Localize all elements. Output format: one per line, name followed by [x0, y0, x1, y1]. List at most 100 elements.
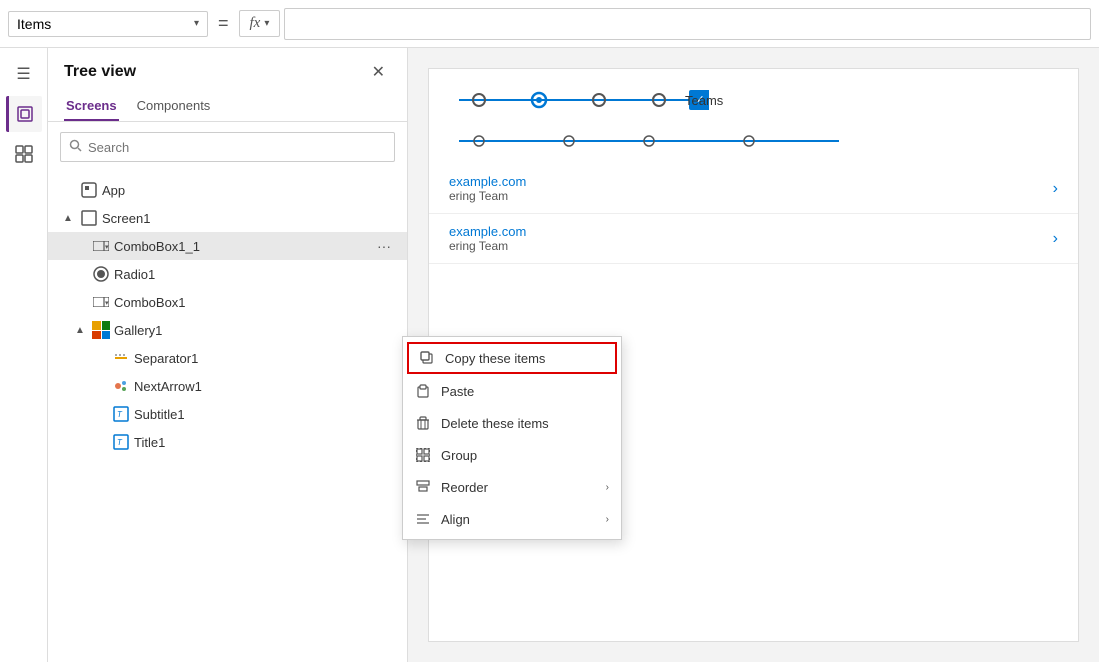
align-submenu-arrow: › [606, 514, 609, 525]
tree-item-label-app: App [102, 183, 395, 198]
tab-components[interactable]: Components [135, 92, 213, 121]
list-item-subtitle-2: ering Team [449, 239, 1041, 253]
radio-row: ✓ Teams [449, 85, 723, 115]
components-icon-btn[interactable] [6, 136, 42, 172]
hamburger-icon-btn[interactable]: ☰ [6, 56, 42, 92]
equals-sign: = [212, 13, 235, 34]
fx-button[interactable]: fx ▾ [239, 10, 281, 37]
tree-item-gallery1[interactable]: ▲ Gallery1 [48, 316, 407, 344]
fx-label: fx [250, 15, 261, 32]
text-icon-title: T [112, 433, 130, 451]
context-menu-paste[interactable]: Paste [403, 375, 621, 407]
list-item-text-2: example.com ering Team [449, 224, 1041, 253]
layers-icon-btn[interactable] [6, 96, 42, 132]
top-bar: Items ▾ = fx ▾ [0, 0, 1099, 48]
collapse-icon-title1 [92, 434, 108, 450]
context-menu-copy[interactable]: Copy these items [407, 342, 617, 374]
items-dropdown[interactable]: Items ▾ [8, 11, 208, 37]
context-menu-align[interactable]: Align › [403, 503, 621, 535]
tree-item-title1[interactable]: T Title1 [48, 428, 407, 456]
chevron-right-icon-1: › [1053, 180, 1058, 198]
tree-panel: Tree view ✕ Screens Components [48, 48, 408, 662]
radio-icon [92, 265, 110, 283]
tree-item-label-title1: Title1 [134, 435, 395, 450]
tree-item-subtitle1[interactable]: T Subtitle1 [48, 400, 407, 428]
items-label: Items [17, 16, 51, 32]
align-icon [415, 511, 431, 527]
svg-text:▾: ▾ [105, 244, 109, 251]
collapse-icon-combobox1 [72, 294, 88, 310]
formula-bar-input[interactable] [284, 8, 1091, 40]
tree-item-label-screen1: Screen1 [102, 211, 395, 226]
context-menu-reorder[interactable]: Reorder › [403, 471, 621, 503]
slider-row [429, 131, 1078, 164]
svg-text:T: T [117, 438, 123, 447]
collapse-icon-radio1 [72, 266, 88, 282]
list-item-title-1: example.com [449, 174, 1041, 189]
group-label: Group [441, 448, 477, 463]
collapse-icon-screen1: ▲ [60, 210, 76, 226]
tree-item-label-subtitle1: Subtitle1 [134, 407, 395, 422]
collapse-icon-sep1 [92, 350, 108, 366]
hamburger-icon: ☰ [16, 64, 30, 84]
copy-label: Copy these items [445, 351, 545, 366]
tree-item-label-nextarrow1: NextArrow1 [134, 379, 395, 394]
align-label: Align [441, 512, 470, 527]
list-item-2[interactable]: example.com ering Team › [429, 214, 1078, 264]
combobox-icon: ▾ [92, 237, 110, 255]
fx-arrow-icon: ▾ [264, 18, 269, 29]
collapse-icon-subtitle1 [92, 406, 108, 422]
tree-item-combobox1-1[interactable]: ▾ ComboBox1_1 ··· [48, 232, 407, 260]
context-menu-group[interactable]: Group [403, 439, 621, 471]
search-input[interactable] [88, 140, 386, 155]
components-icon [15, 145, 33, 163]
separator-icon [112, 349, 130, 367]
app-icon [80, 181, 98, 199]
list-item-1[interactable]: example.com ering Team › [429, 164, 1078, 214]
tree-item-combobox1[interactable]: ▾ ComboBox1 [48, 288, 407, 316]
collapse-icon-app [60, 182, 76, 198]
list-item-subtitle-1: ering Team [449, 189, 1041, 203]
context-menu-delete[interactable]: Delete these items [403, 407, 621, 439]
more-options-icon[interactable]: ··· [373, 238, 395, 254]
tree-item-label-combobox1: ComboBox1 [114, 295, 395, 310]
list-item-title-2: example.com [449, 224, 1041, 239]
tree-item-separator1[interactable]: Separator1 [48, 344, 407, 372]
tree-item-label-separator1: Separator1 [134, 351, 395, 366]
close-button[interactable]: ✕ [366, 60, 391, 84]
svg-text:▾: ▾ [105, 300, 109, 307]
reorder-icon [415, 479, 431, 495]
tree-item-radio1[interactable]: Radio1 [48, 260, 407, 288]
tree-item-nextarrow1[interactable]: NextArrow1 [48, 372, 407, 400]
tree-content: App ▲ Screen1 ▾ ComboBox1_1 ··· [48, 172, 407, 662]
tree-header: Tree view ✕ [48, 48, 407, 92]
copy-icon [419, 350, 435, 366]
search-box [60, 132, 395, 162]
layers-icon [16, 105, 34, 123]
tab-screens[interactable]: Screens [64, 92, 119, 121]
collapse-icon-nextarrow1 [92, 378, 108, 394]
screen-icon [80, 209, 98, 227]
text-icon-subtitle: T [112, 405, 130, 423]
tree-item-label-gallery1: Gallery1 [114, 323, 395, 338]
reorder-submenu-arrow: › [606, 482, 609, 493]
icon-sidebar: ☰ [0, 48, 48, 662]
delete-label: Delete these items [441, 416, 549, 431]
teams-label: Teams [685, 93, 723, 108]
paste-icon [415, 383, 431, 399]
combobox2-icon: ▾ [92, 293, 110, 311]
delete-icon [415, 415, 431, 431]
collapse-icon-combobox1-1 [72, 238, 88, 254]
main-layout: ☰ Tree view ✕ Screens [0, 48, 1099, 662]
dropdown-arrow-icon: ▾ [194, 18, 199, 29]
gallery-icon [92, 321, 110, 339]
paste-label: Paste [441, 384, 474, 399]
svg-text:T: T [117, 410, 123, 419]
tree-item-screen1[interactable]: ▲ Screen1 [48, 204, 407, 232]
tree-view-title: Tree view [64, 63, 136, 81]
tree-item-app[interactable]: App [48, 176, 407, 204]
group-icon [415, 447, 431, 463]
tree-tabs: Screens Components [48, 92, 407, 122]
slider-svg [449, 131, 849, 151]
canvas-top-row: ✓ Teams [429, 69, 1078, 131]
